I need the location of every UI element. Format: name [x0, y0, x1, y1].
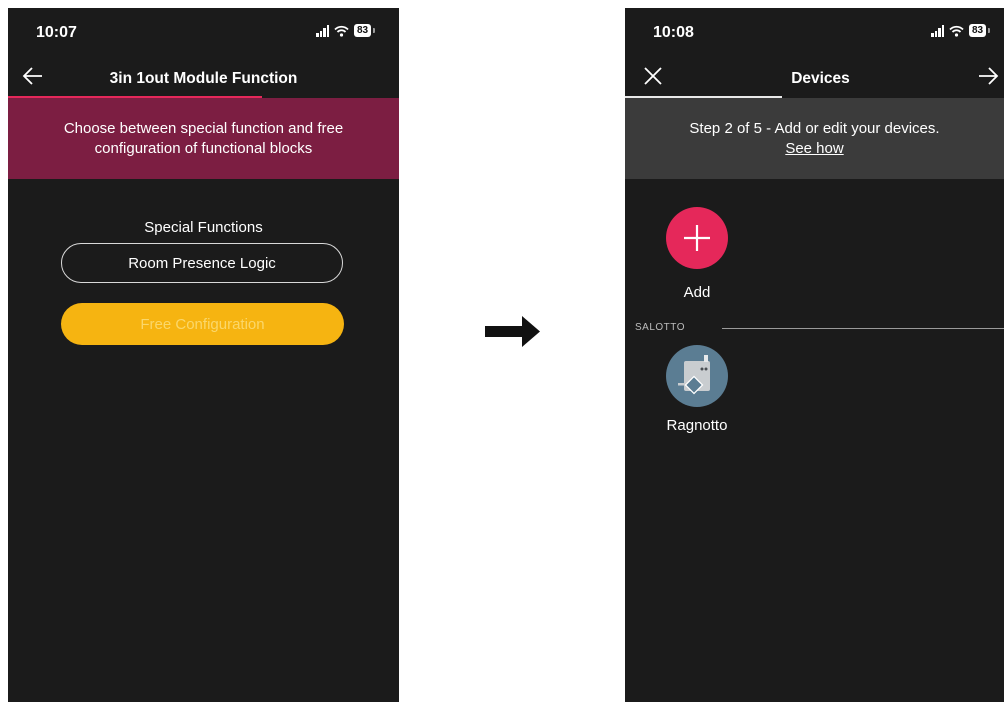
add-label: Add [683, 284, 711, 301]
module-function-screen: 10:07 83 3in 1out Module Function Choose… [8, 8, 399, 702]
device-label: Ragnotto [666, 417, 728, 434]
section-title: Special Functions [144, 219, 263, 236]
add-device-button[interactable] [666, 207, 728, 269]
banner-text: Step 2 of 5 - Add or edit your devices. [689, 119, 940, 137]
wifi-icon [949, 25, 964, 37]
back-arrow-icon[interactable] [22, 66, 44, 86]
device-ragnotto-button[interactable] [666, 345, 728, 407]
signal-icon [931, 24, 944, 37]
signal-icon [316, 24, 329, 37]
free-configuration-button[interactable]: Free Configuration [61, 303, 344, 345]
banner-text-line1: Choose between special function and free [63, 119, 344, 137]
status-icons: 83 [316, 24, 376, 37]
wifi-icon [334, 25, 349, 37]
devices-screen: 10:08 83 Devices Step 2 of 5 - Add or ed… [625, 8, 1004, 702]
group-label: SALOTTO [635, 322, 685, 333]
forward-arrow-icon[interactable] [977, 66, 999, 86]
device-icon [678, 355, 710, 395]
battery-icon: 83 [354, 24, 376, 37]
status-time: 10:07 [36, 24, 77, 41]
banner-text-line2: configuration of functional blocks [94, 139, 313, 157]
info-banner: Choose between special function and free… [8, 98, 399, 179]
transition-arrow-icon [485, 316, 540, 347]
see-how-link[interactable]: See how [785, 139, 843, 159]
room-presence-logic-button[interactable]: Room Presence Logic [61, 243, 343, 283]
plus-icon [684, 225, 710, 251]
status-icons: 83 [931, 24, 991, 37]
info-banner: Step 2 of 5 - Add or edit your devices. … [625, 98, 1004, 179]
page-title: Devices [791, 70, 850, 87]
battery-icon: 83 [969, 24, 991, 37]
page-title: 3in 1out Module Function [109, 70, 298, 87]
group-divider [722, 328, 1004, 329]
status-time: 10:08 [653, 24, 694, 41]
